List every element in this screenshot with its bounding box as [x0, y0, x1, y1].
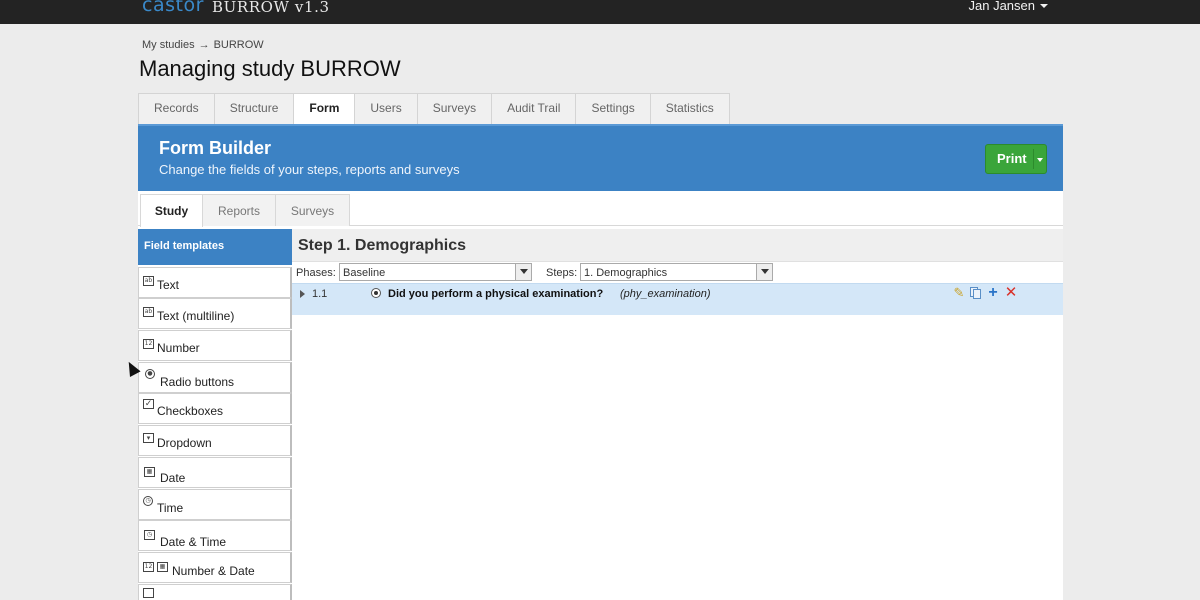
print-button-divider	[1033, 149, 1034, 169]
field-variable-name: (phy_examination)	[620, 288, 711, 300]
template-label: Text	[157, 278, 180, 292]
template-number-date[interactable]: 12 ▦ Number & Date	[138, 552, 292, 583]
field-question: Did you perform a physical examination?	[388, 288, 604, 300]
template-dropdown[interactable]: ▾ Dropdown	[138, 425, 292, 456]
template-date[interactable]: ▦ Date	[138, 457, 292, 488]
tab-surveys[interactable]: Surveys	[416, 93, 493, 124]
template-date-time[interactable]: ◷ Date & Time	[138, 520, 292, 551]
template-text[interactable]: ab Text	[138, 267, 292, 298]
chevron-down-icon[interactable]	[515, 264, 531, 280]
top-nav-bar: castor BURROW v1.3 Jan Jansen	[0, 0, 1200, 24]
template-radio-buttons[interactable]: ● Radio buttons	[138, 362, 292, 393]
step-content: Step 1. Demographics Phases: Baseline St…	[292, 229, 1063, 600]
steps-select-value: 1. Demographics	[584, 267, 668, 279]
number-field-icon: 12	[143, 339, 154, 349]
field-row[interactable]: 1.1 Did you perform a physical examinati…	[292, 283, 1063, 315]
tab-structure[interactable]: Structure	[213, 93, 295, 124]
field-templates-header: Field templates	[138, 229, 292, 265]
copy-icon[interactable]	[968, 286, 982, 300]
phases-select[interactable]: Baseline	[339, 263, 532, 281]
template-label: Number	[157, 341, 200, 355]
number-date-icon: 12	[143, 562, 154, 572]
print-button-label: Print	[997, 151, 1027, 166]
radio-icon: ●	[145, 369, 155, 379]
tab-form[interactable]: Form	[293, 93, 356, 125]
steps-label: Steps:	[546, 267, 578, 279]
plus-icon[interactable]: +	[986, 285, 1000, 301]
tab-users[interactable]: Users	[354, 93, 418, 124]
subtab-surveys[interactable]: Surveys	[275, 194, 350, 226]
print-button[interactable]: Print	[985, 144, 1047, 174]
castor-logo[interactable]: castor	[142, 0, 204, 16]
template-label: Text (multiline)	[157, 309, 235, 323]
breadcrumb: My studies → BURROW	[142, 39, 264, 51]
tab-audit-trail[interactable]: Audit Trail	[491, 93, 577, 124]
phases-label: Phases:	[296, 267, 336, 279]
form-builder-header: Form Builder Change the fields of your s…	[138, 124, 1063, 191]
text-field-icon: ab	[143, 276, 154, 286]
date-time-icon: ◷	[144, 530, 155, 540]
tab-settings[interactable]: Settings	[575, 93, 651, 124]
pencil-icon[interactable]: ✎	[952, 286, 966, 300]
steps-select[interactable]: 1. Demographics	[580, 263, 773, 281]
user-menu[interactable]: Jan Jansen	[968, 0, 1048, 13]
step-title: Step 1. Demographics	[292, 229, 1063, 262]
calendar-icon: ▦	[144, 467, 155, 477]
template-label: Time	[157, 501, 184, 515]
form-builder-subtitle: Change the fields of your steps, reports…	[159, 162, 460, 177]
field-template-icon	[143, 588, 154, 598]
calendar-icon: ▦	[157, 562, 168, 572]
field-templates-sidebar: Field templates ab Text ab Text (multili…	[138, 229, 292, 600]
chevron-down-icon[interactable]	[756, 264, 772, 280]
subtab-study[interactable]: Study	[140, 194, 203, 227]
template-label: Checkboxes	[157, 404, 224, 418]
template-label: Radio buttons	[160, 375, 235, 389]
caret-down-icon[interactable]	[1037, 158, 1043, 162]
sub-tabs: Study Reports Surveys	[138, 191, 1063, 227]
template-number[interactable]: 12 Number	[138, 330, 292, 361]
user-name: Jan Jansen	[968, 0, 1036, 13]
field-number: 1.1	[312, 288, 328, 300]
filter-row: Phases: Baseline Steps: 1. Demographics	[292, 262, 1063, 283]
form-builder-title: Form Builder	[159, 138, 272, 158]
subtab-reports[interactable]: Reports	[202, 194, 276, 226]
radio-icon	[371, 288, 381, 298]
template-checkboxes[interactable]: ✓ Checkboxes	[138, 393, 292, 424]
template-text-multiline[interactable]: ab Text (multiline)	[138, 298, 292, 329]
page-title: Managing study BURROW	[139, 56, 401, 81]
template-label: Number & Date	[172, 564, 255, 578]
delete-icon[interactable]: ✕	[1004, 285, 1018, 300]
main-tabs: Records Structure Form Users Surveys Aud…	[138, 93, 730, 125]
template-label: Date	[160, 471, 186, 485]
template-label: Date & Time	[160, 535, 227, 549]
template-time[interactable]: ◷ Time	[138, 489, 292, 520]
checkbox-icon: ✓	[143, 399, 154, 409]
form-builder-panel: Study Reports Surveys Field templates ab…	[138, 191, 1063, 600]
clock-icon: ◷	[143, 496, 153, 506]
breadcrumb-my-studies[interactable]: My studies	[142, 39, 195, 51]
tab-records[interactable]: Records	[138, 93, 215, 124]
expand-arrow-icon[interactable]	[300, 290, 305, 298]
dropdown-icon: ▾	[143, 433, 154, 443]
breadcrumb-arrow: →	[198, 39, 210, 51]
multiline-text-icon: ab	[143, 307, 154, 317]
app-name: BURROW v1.3	[212, 0, 330, 16]
phases-select-value: Baseline	[343, 267, 386, 279]
caret-down-icon	[1040, 4, 1048, 8]
template-more[interactable]	[138, 584, 292, 600]
breadcrumb-current: BURROW	[213, 39, 264, 51]
tab-statistics[interactable]: Statistics	[649, 93, 730, 124]
template-label: Dropdown	[157, 436, 212, 450]
